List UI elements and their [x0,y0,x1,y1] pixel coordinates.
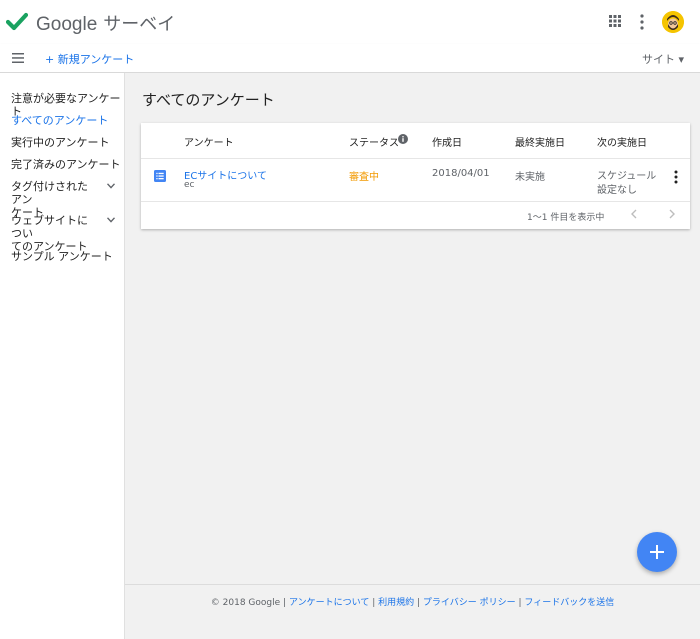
app-brand[interactable]: Google サーベイ [36,10,175,36]
apps-grid-icon[interactable] [609,15,621,27]
chevron-right-icon[interactable] [668,209,676,219]
sidebar-item-label: サンプル アンケート [11,250,113,263]
copyright: © 2018 Google [210,598,281,608]
chevron-down-icon[interactable] [107,217,115,223]
row-divider [141,201,690,202]
col-header-last-run[interactable]: 最終実施日 [515,134,565,149]
survey-name-link[interactable]: ECサイトについて [184,167,267,182]
col-header-created[interactable]: 作成日 [432,134,462,149]
last-run-value: 未実施 [515,172,545,183]
col-header-survey[interactable]: アンケート [184,134,234,149]
footer-link-terms[interactable]: 利用規約 [378,598,414,608]
more-vert-icon[interactable] [640,14,644,30]
checkmark-logo-icon[interactable] [6,10,28,32]
sidebar-item-label: 完了済みのアンケート [11,158,121,171]
plus-icon [650,545,664,559]
brand-product: サーベイ [103,14,176,35]
avatar-face-icon [662,11,684,33]
footer-link-privacy[interactable]: プライバシー ポリシー [423,598,516,608]
add-survey-fab[interactable] [637,532,677,572]
sidebar-item-label: 実行中のアンケート [11,136,110,149]
footer: © 2018 Google | アンケートについて | 利用規約 | プライバシ… [125,595,700,608]
sidebar-item-all-surveys[interactable]: すべてのアンケート [11,114,123,127]
account-avatar[interactable] [662,11,684,33]
label-line: ウェブサイトについ [11,214,88,240]
sidebar-item-label: すべてのアンケート [11,114,109,127]
col-header-next-run[interactable]: 次の実施日 [597,134,647,149]
chevron-down-icon[interactable] [107,183,115,189]
top-app-bar: Google サーベイ [0,0,700,45]
pagination-status: 1〜1 件目を表示中 [527,213,605,223]
header-divider [141,158,690,159]
sidebar-item-completed[interactable]: 完了済みのアンケート [11,158,123,171]
next-run-value: 設定なし [597,185,637,196]
footer-divider [125,584,700,585]
toolbar: + 新規アンケート サイト ▾ [0,44,700,73]
sidebar-nav: 注意が必要なアンケート すべてのアンケート 実行中のアンケート 完了済みのアンケ… [0,73,125,639]
label-line: タグ付けされたアン [11,180,88,206]
survey-subtitle: ec [184,180,195,190]
info-icon[interactable] [398,134,408,144]
created-date: 2018/04/01 [432,168,490,179]
list-document-icon [154,170,166,182]
hamburger-menu-icon[interactable] [12,53,24,63]
footer-link-about[interactable]: アンケートについて [289,598,369,608]
surveys-table-card: アンケート ステータス 作成日 最終実施日 次の実施日 ECサイトについて ec… [141,123,690,229]
chevron-left-icon[interactable] [630,209,638,219]
sidebar-item-running[interactable]: 実行中のアンケート [11,136,123,149]
sidebar-item-website[interactable]: ウェブサイトについ てのアンケート [11,214,123,253]
footer-link-feedback[interactable]: フィードバックを送信 [524,598,614,608]
brand-google: Google [36,14,98,35]
status-badge: 審査中 [349,172,379,183]
next-run-value: スケジュール [597,171,657,182]
site-dropdown[interactable]: サイト ▾ [642,51,684,67]
main-content: すべてのアンケート アンケート ステータス 作成日 最終実施日 次の実施日 EC… [125,73,700,639]
new-survey-button[interactable]: + 新規アンケート [45,51,134,67]
page-title: すべてのアンケート [142,91,275,109]
sidebar-item-samples[interactable]: サンプル アンケート [11,250,123,263]
col-header-status[interactable]: ステータス [349,134,399,149]
sidebar-item-label: ウェブサイトについ てのアンケート [11,214,95,253]
more-vert-icon[interactable] [674,170,678,184]
